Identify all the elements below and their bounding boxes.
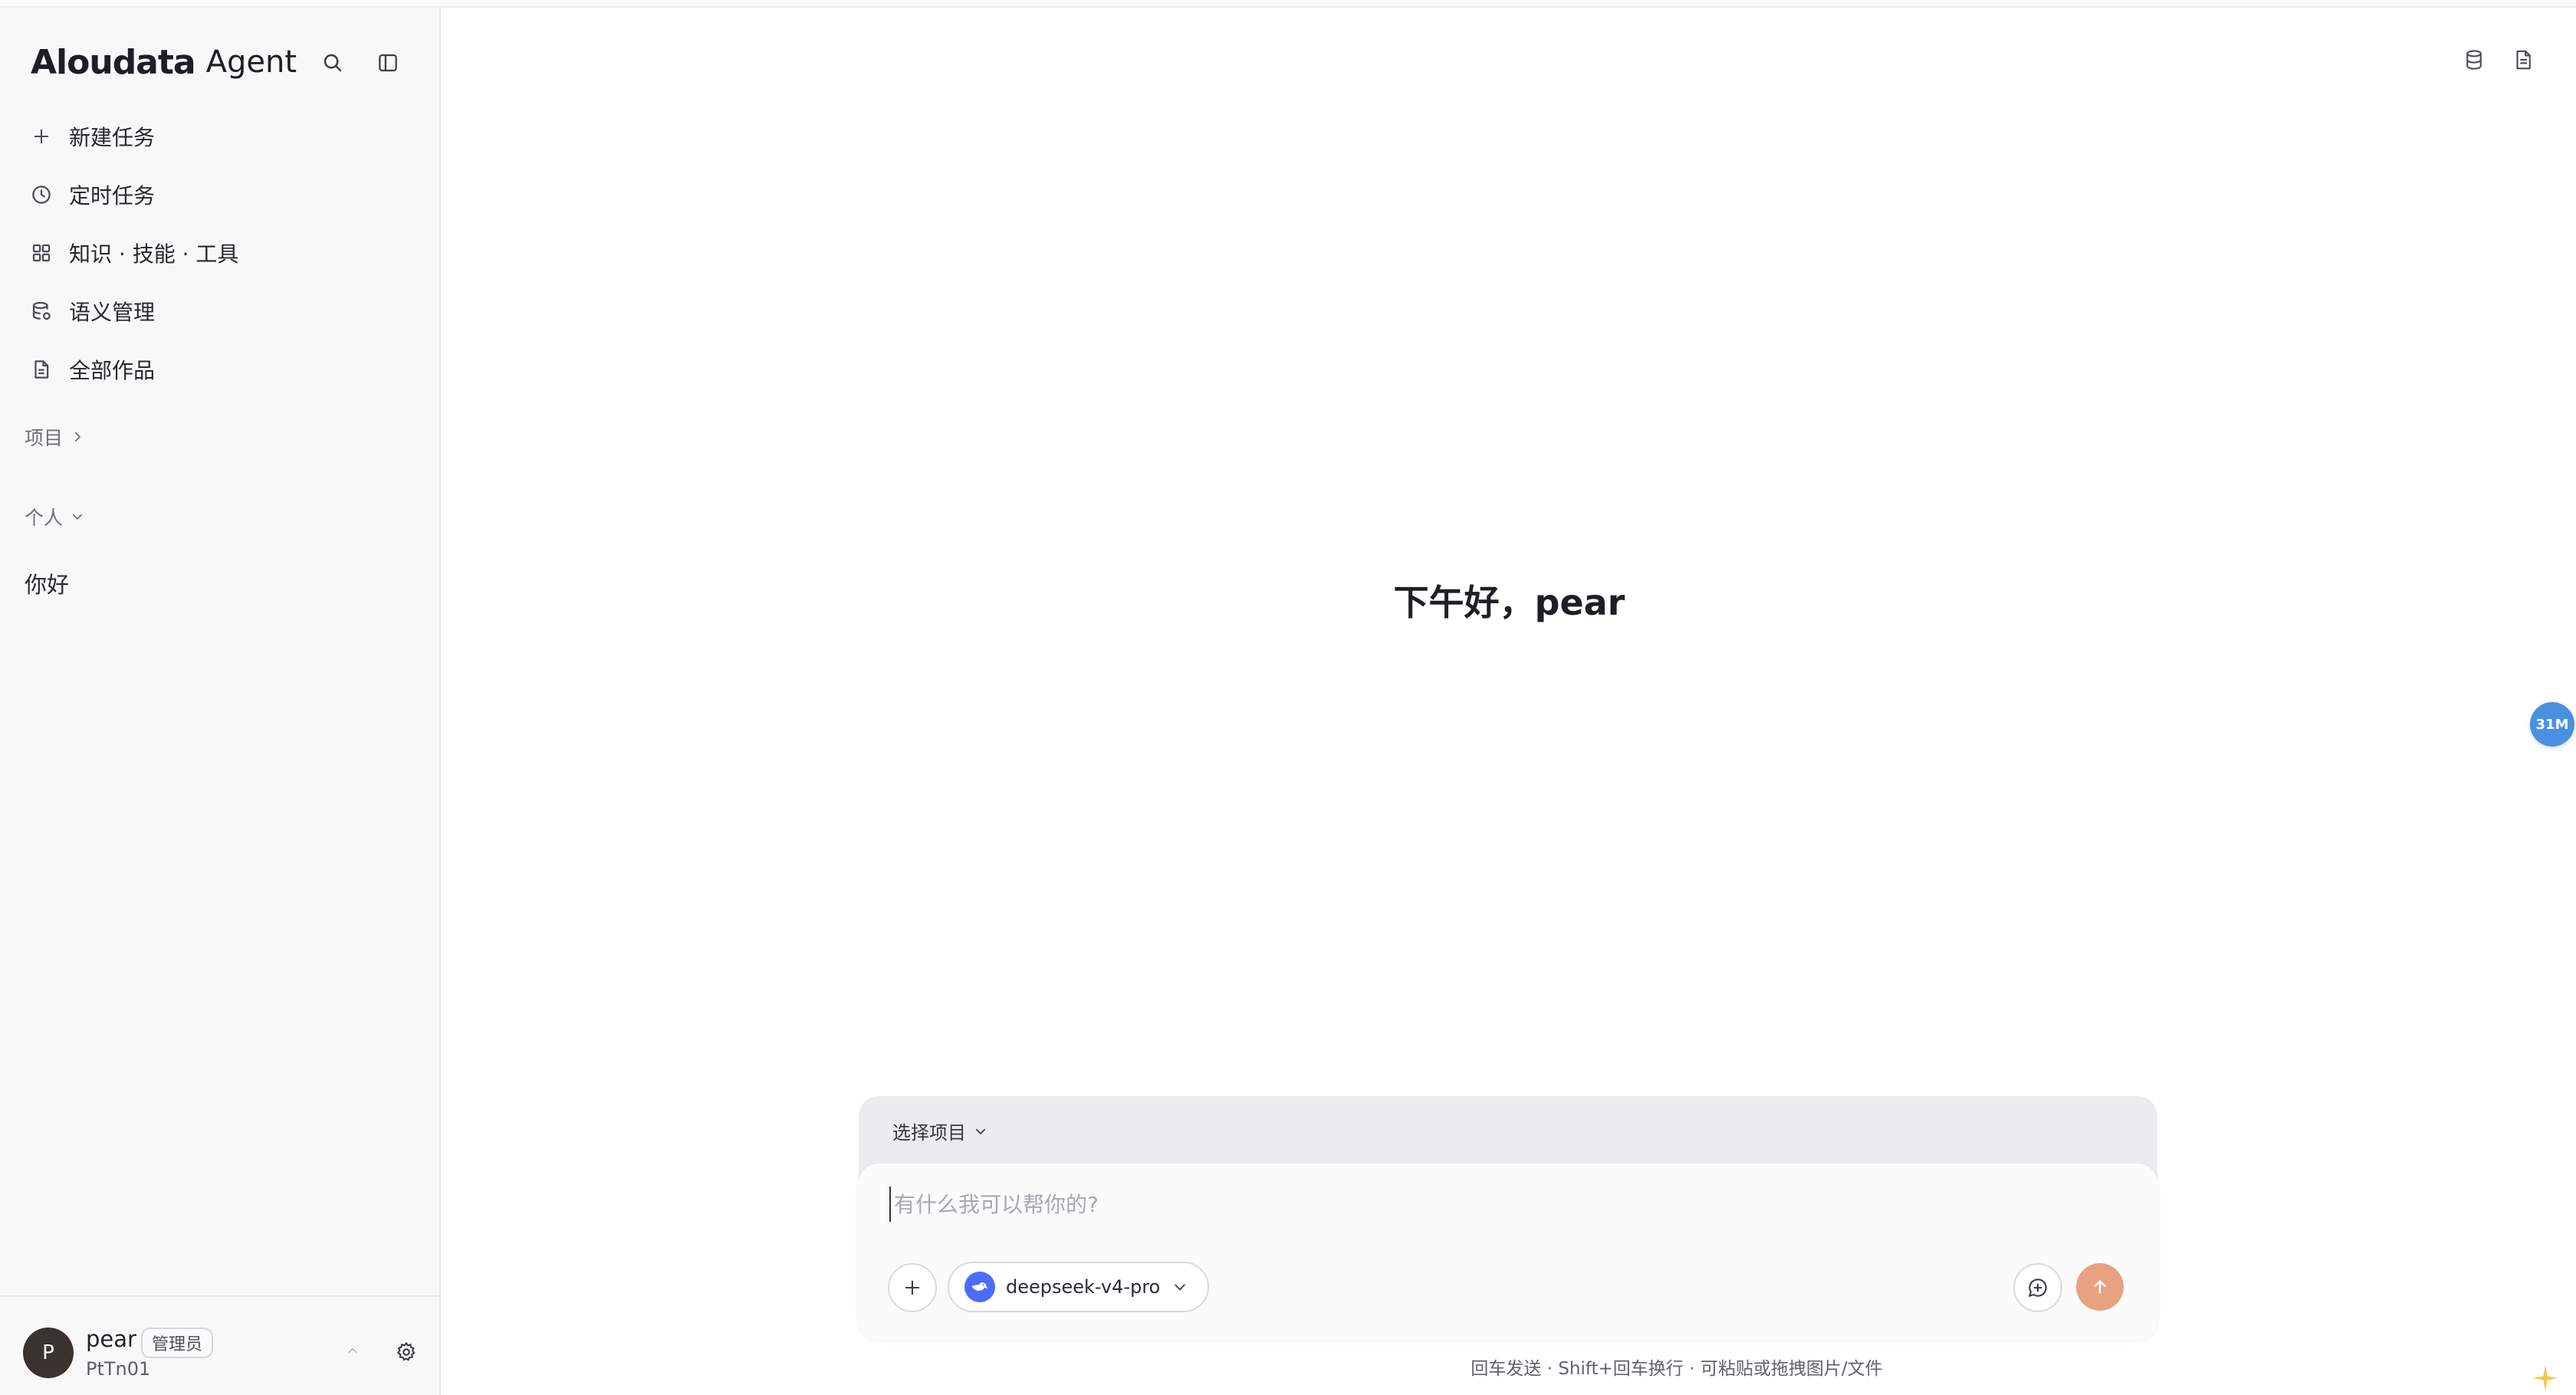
personal-label: 个人	[25, 507, 64, 529]
greeting-title: 下午好，pear	[1393, 582, 1625, 623]
nav-label: 新建任务	[69, 125, 156, 150]
avatar[interactable]: P	[23, 1328, 74, 1378]
user-profile-bar: P pear 管理员 PtTn01	[0, 1295, 439, 1395]
file-icon	[2516, 50, 2531, 70]
composer-hint: 回车发送 · Shift+回车换行 · 可粘贴或拖拽图片/文件	[442, 1354, 2576, 1380]
hint-text: 回车发送 · Shift+回车换行 · 可粘贴或拖拽图片/文件	[1470, 1359, 1883, 1379]
chat-plus-icon	[2028, 1278, 2047, 1298]
user-id: PtTn01	[86, 1358, 151, 1380]
nav-new-task[interactable]: 新建任务	[15, 107, 426, 166]
chevron-down-icon	[72, 514, 83, 520]
search-button[interactable]	[317, 48, 348, 78]
chevron-up-icon[interactable]	[345, 1343, 360, 1361]
plus-icon	[905, 1280, 920, 1295]
nav-semantic-management[interactable]: 语义管理	[15, 282, 426, 340]
deepseek-logo-icon	[964, 1272, 995, 1302]
search-icon	[324, 54, 342, 72]
nav-label: 语义管理	[69, 300, 156, 325]
sidebar-nav: 新建任务 定时任务 知识 · 技能 · 工具 语义管理 全部作品	[15, 107, 426, 399]
app-window: Aloudata Agent 新建任务 定时任务 知识 · 技能 · 工具 语义…	[0, 0, 2576, 1395]
sidebar: Aloudata Agent 新建任务 定时任务 知识 · 技能 · 工具 语义…	[0, 8, 441, 1395]
plus-icon	[28, 123, 55, 150]
composer-container: 选择项目 deepseek-v4-pro	[859, 1096, 2157, 1340]
message-input[interactable]	[889, 1187, 2116, 1222]
chevron-down-icon	[975, 1128, 986, 1134]
sparkle-icon[interactable]	[2530, 1363, 2561, 1395]
database-icon	[2466, 50, 2482, 70]
nav-scheduled-task[interactable]: 定时任务	[15, 166, 426, 224]
model-name: deepseek-v4-pro	[1006, 1276, 1161, 1298]
file-button[interactable]	[2508, 43, 2538, 77]
window-top-edge	[0, 0, 2576, 8]
personal-section-toggle[interactable]: 个人	[25, 503, 84, 530]
arrow-up-icon	[2094, 1280, 2106, 1294]
document-icon	[28, 356, 55, 383]
projects-section-toggle[interactable]: 项目	[25, 423, 84, 451]
composer-box: deepseek-v4-pro	[859, 1164, 2157, 1340]
clock-icon	[28, 181, 55, 208]
logo-main-text: Aloudata	[31, 42, 196, 82]
conversation-item[interactable]: 你好	[25, 567, 69, 599]
database-button[interactable]	[2459, 43, 2489, 77]
sidebar-toggle-icon	[379, 54, 397, 72]
send-button[interactable]	[2076, 1263, 2124, 1311]
settings-button[interactable]	[391, 1337, 422, 1367]
user-name: pear	[86, 1326, 136, 1352]
add-attachment-button[interactable]	[888, 1263, 937, 1312]
nav-knowledge-skills-tools[interactable]: 知识 · 技能 · 工具	[15, 224, 426, 282]
projects-label: 项目	[25, 427, 64, 449]
floating-memory-badge[interactable]: 31M	[2530, 702, 2574, 747]
chevron-right-icon	[74, 432, 81, 442]
role-badge: 管理员	[141, 1328, 214, 1358]
database-settings-icon	[28, 297, 55, 325]
grid-icon	[28, 239, 55, 267]
nav-label: 知识 · 技能 · 工具	[69, 241, 239, 267]
main-panel: 下午好，pear 31M 选择项目 deepseek-v4-pro	[442, 8, 2576, 1395]
nav-label: 定时任务	[69, 183, 156, 208]
chevron-down-icon	[1175, 1284, 1186, 1291]
model-selector[interactable]: deepseek-v4-pro	[948, 1262, 1210, 1312]
sidebar-toggle-button[interactable]	[373, 48, 403, 78]
nav-label: 全部作品	[69, 358, 156, 383]
app-logo[interactable]: Aloudata Agent	[31, 35, 297, 89]
project-picker[interactable]: 选择项目	[892, 1118, 987, 1144]
gear-icon	[396, 1341, 416, 1361]
project-picker-label: 选择项目	[892, 1122, 966, 1144]
nav-all-works[interactable]: 全部作品	[15, 340, 426, 399]
logo-sub-text: Agent	[205, 44, 297, 80]
quick-prompt-button[interactable]	[2013, 1263, 2062, 1312]
